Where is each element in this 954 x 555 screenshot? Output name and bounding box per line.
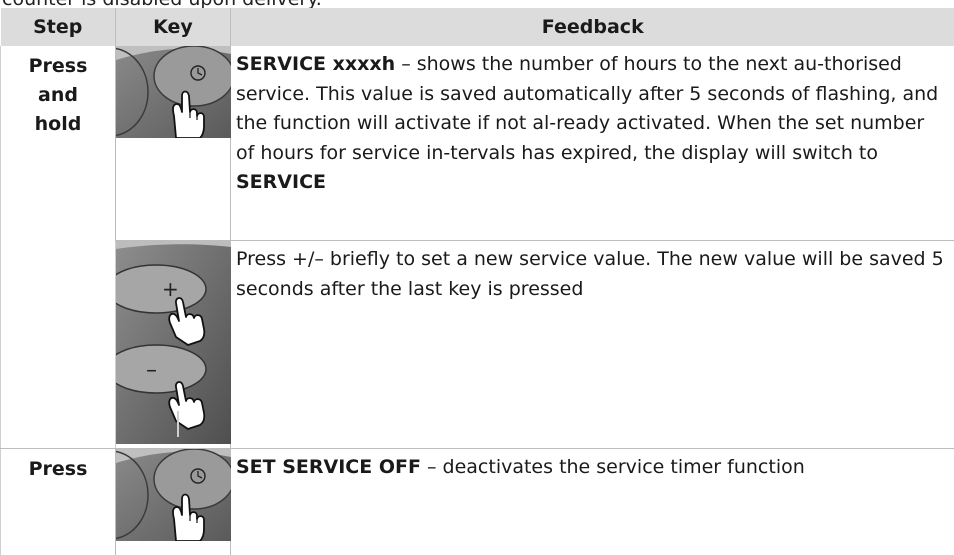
feedback-cell: SET SERVICE OFF – deactivates the servic… — [231, 449, 954, 555]
step-line: hold — [1, 110, 115, 139]
step-line: Press — [1, 52, 115, 81]
table-header-row: Step Key Feedback — [1, 8, 954, 46]
key-cell: + – — [116, 241, 231, 449]
feedback-lead: SET SERVICE OFF — [236, 456, 421, 478]
table-row: Press — [1, 449, 954, 555]
step-line: Press — [1, 455, 115, 484]
clock-key-press-icon — [116, 46, 230, 138]
feedback-text: Press +/– briefly to set a new service v… — [236, 248, 944, 300]
service-timer-table: Step Key Feedback Press and hold — [0, 8, 954, 555]
header-key: Key — [116, 8, 231, 46]
svg-text:–: – — [146, 358, 157, 383]
feedback-lead: SERVICE xxxxh — [236, 53, 395, 75]
feedback-text: – deactivates the service timer function — [421, 456, 805, 478]
plus-minus-key-press-icon: + – — [116, 241, 230, 444]
key-cell — [116, 449, 231, 555]
feedback-cell: Press +/– briefly to set a new service v… — [231, 241, 954, 449]
table-row: + – Press +/– briefly to set a new servi… — [1, 241, 954, 449]
key-cell — [116, 46, 231, 241]
step-cell: Press — [1, 449, 116, 555]
feedback-cell: SERVICE xxxxh – shows the number of hour… — [231, 46, 954, 241]
header-feedback: Feedback — [231, 8, 954, 46]
step-cell: Press and hold — [1, 46, 116, 449]
table-row: Press and hold — [1, 46, 954, 241]
clock-key-press-icon — [116, 449, 230, 541]
feedback-trail: SERVICE — [236, 171, 326, 193]
header-step: Step — [1, 8, 116, 46]
svg-text:+: + — [162, 277, 179, 301]
step-line: and — [1, 81, 115, 110]
